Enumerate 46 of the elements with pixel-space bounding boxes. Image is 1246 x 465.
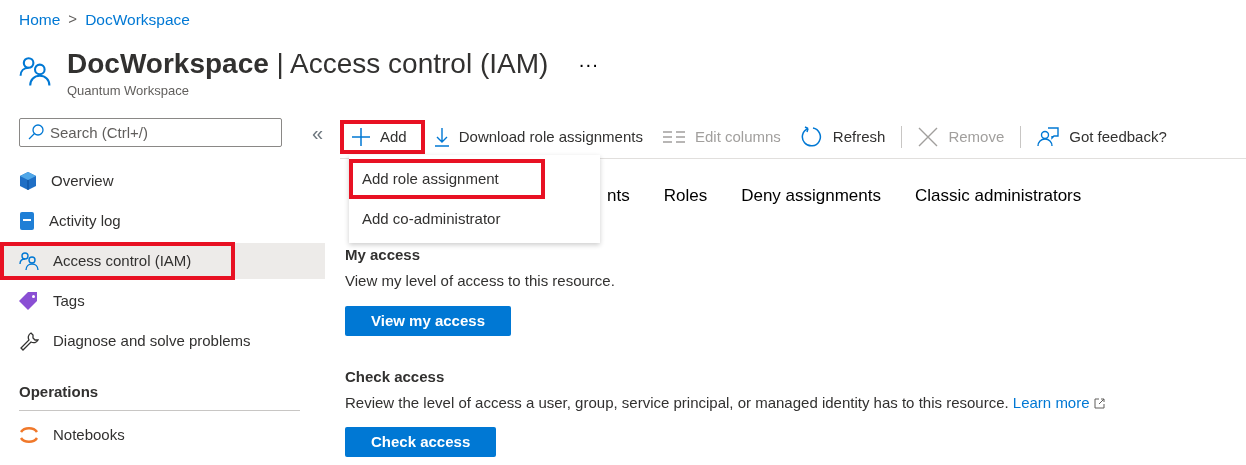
wrench-icon bbox=[19, 330, 39, 351]
plus-icon bbox=[352, 128, 370, 147]
description-text: View my level of access to this resource. bbox=[345, 271, 616, 292]
feedback-icon bbox=[1037, 127, 1060, 148]
sidebar-item[interactable]: Diagnose and solve problems bbox=[19, 322, 325, 359]
search-icon bbox=[28, 124, 44, 141]
sidebar-item[interactable]: Tags bbox=[19, 282, 325, 319]
page-subtitle: Quantum Workspace bbox=[67, 82, 190, 101]
section-heading: Check access bbox=[345, 367, 446, 386]
sidebar-item[interactable]: Overview bbox=[19, 162, 325, 199]
toolbar-button[interactable]: Refresh bbox=[790, 120, 896, 155]
toolbar-button[interactable]: Add bbox=[340, 120, 425, 155]
toolbar-button[interactable]: Download role assignments bbox=[424, 120, 653, 155]
primary-button[interactable]: Check access bbox=[345, 427, 497, 458]
people-icon bbox=[19, 55, 51, 88]
refresh-icon bbox=[800, 126, 823, 149]
tab[interactable]: Classic administrators bbox=[915, 182, 1082, 209]
breadcrumb-link[interactable]: Home bbox=[19, 8, 61, 32]
menu-item[interactable]: Add role assignment bbox=[349, 159, 545, 199]
section-heading: My access bbox=[345, 246, 422, 265]
collapse-button[interactable]: « bbox=[306, 116, 330, 149]
cube-icon bbox=[19, 170, 37, 191]
menu-item[interactable]: Add co-administrator bbox=[349, 199, 589, 239]
sidebar-item[interactable]: Notebooks bbox=[19, 417, 325, 454]
close-icon bbox=[918, 127, 939, 148]
section-heading: Operations bbox=[19, 380, 300, 412]
tab[interactable]: Roles bbox=[663, 182, 708, 209]
primary-button[interactable]: View my access bbox=[345, 305, 511, 336]
breadcrumb-separator: > bbox=[68, 9, 78, 30]
book-icon bbox=[19, 210, 35, 231]
columns-icon bbox=[662, 130, 685, 145]
people-icon bbox=[19, 250, 39, 271]
tag-icon bbox=[19, 290, 39, 311]
page-title: DocWorkspace | Access control (IAM) bbox=[67, 47, 549, 82]
tab[interactable]: nts bbox=[607, 182, 630, 209]
arc-icon bbox=[19, 425, 39, 446]
sidebar-item[interactable]: Access control (IAM) bbox=[0, 242, 325, 279]
download-icon bbox=[434, 127, 449, 148]
more-button[interactable]: ··· bbox=[572, 48, 605, 81]
toolbar-button[interactable]: Got feedback? bbox=[1027, 120, 1177, 155]
description-text: Review the level of access a user, group, service principal, or managed identity has to this resource. Learn more bbox=[345, 391, 1246, 415]
breadcrumb-link[interactable]: DocWorkspace bbox=[85, 8, 190, 32]
search-field[interactable]: Search (Ctrl+/) bbox=[19, 118, 282, 148]
learn-more-link[interactable]: Learn more bbox=[1012, 393, 1105, 411]
sidebar-item[interactable]: Activity log bbox=[19, 202, 325, 239]
tab[interactable]: Deny assignments bbox=[741, 182, 881, 209]
